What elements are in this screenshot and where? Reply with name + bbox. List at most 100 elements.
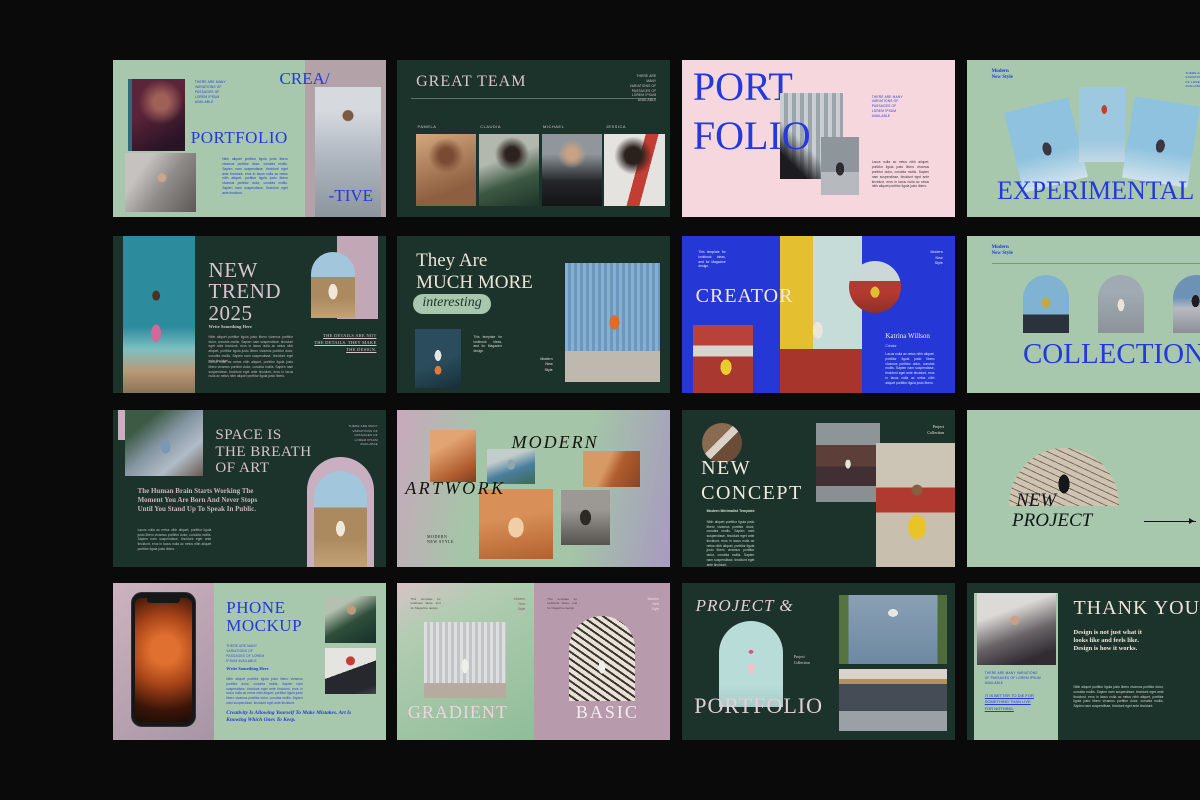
photo-arch-by-car	[1173, 275, 1200, 333]
subtitle: Write Something Here	[226, 666, 268, 671]
title-line1: SPACE IS	[215, 427, 281, 443]
body-text: Lacus nulla ac netus nibh aliquet, portt…	[872, 160, 929, 189]
slide-collection: Modern New Style THERE ARE MANY VARIATIO…	[967, 236, 1200, 393]
slide-modern-artwork: MODERN ARTWORK MODERN NEW STYLE	[397, 410, 670, 567]
brand-line3: Style	[518, 607, 526, 611]
slide-gradient-basic: This template for lookbook ideas, and fo…	[397, 583, 670, 740]
corner-label: Project Collection	[927, 424, 944, 435]
slide-space-breath-art: SPACE IS THE BREATH OF ART THERE ARE MAN…	[113, 410, 386, 567]
photo-woman-yellow-hoodie	[693, 325, 753, 393]
photo-portrait-pamela	[416, 134, 476, 206]
member-name: CLAUDIA	[480, 124, 501, 129]
title-portfolio: PORTFOLIO	[191, 128, 288, 148]
slide-title: PHONE MOCKUP	[226, 599, 302, 635]
corner-line2: Collection	[927, 430, 944, 435]
slide-title: THANK YOU	[1073, 597, 1200, 620]
title-folio: FOLIO	[693, 112, 811, 159]
photo-woman-sheer	[125, 153, 196, 213]
slide-title: NEW TREND 2025	[209, 260, 282, 325]
divider-line	[411, 98, 657, 99]
slide-much-more-interesting: They Are MUCH MORE interesting This temp…	[397, 236, 670, 393]
title-line2: THE BREATH	[215, 444, 311, 460]
photo-duotone-car	[430, 430, 476, 482]
slide-title: SPACE IS THE BREATH OF ART	[215, 427, 311, 477]
eyebrow-text: THERE ARE MANY VARIATIONS OF PASSAGES OF…	[195, 80, 230, 104]
brand-line3: Style	[935, 261, 943, 265]
photo-clothes-hangers	[839, 669, 947, 730]
title-project-and: PROJECT &	[696, 596, 794, 616]
body-text: Lacus nulla ac netus nibh aliquet, portt…	[885, 352, 934, 385]
brand-label: Modern New Style	[498, 597, 525, 612]
subtitle: Write Something Here	[209, 324, 252, 329]
note-text: This template for lookbook ideas, and fo…	[411, 597, 441, 610]
photo-person-jumping	[816, 423, 880, 502]
brand-line3: Style	[545, 368, 553, 372]
slide-creator: This template for lookbook ideas, and fo…	[682, 236, 955, 393]
photo-skater-blue-wall	[565, 263, 661, 382]
corner-label: Project Collection	[794, 655, 810, 666]
slide-title: EXPERIMENTAL	[997, 176, 1194, 206]
brand-line1: Modern	[648, 597, 660, 601]
title-crea: CREA/	[280, 69, 330, 89]
photo-rooftop-right	[1122, 96, 1199, 187]
title-port: PORT	[693, 63, 793, 110]
quote-text: The Human Brain Starts Working The Momen…	[138, 487, 264, 514]
slide-title: GREAT TEAM	[416, 73, 526, 91]
slide-new-project: NEW PROJECT Modern Minimalist Template L…	[967, 410, 1200, 567]
title-artwork: ARTWORK	[405, 478, 506, 499]
brand-label: Modern New Style	[992, 245, 1013, 257]
eyebrow-text: THERE ARE MANY VARIATIONS OF PASSAGES OF…	[985, 671, 1042, 685]
accent-strip	[118, 410, 125, 440]
title-line3: 2025	[209, 301, 253, 325]
photo-woman-smoking	[128, 79, 185, 151]
title-line2: TREND	[209, 279, 282, 303]
eyebrow-text: THERE ARE MANY VARIATIONS OF PASSAGES OF…	[626, 74, 656, 103]
highlight-pill: interesting	[413, 294, 490, 314]
phone-notch	[147, 598, 180, 603]
brand-line2: New	[519, 602, 526, 606]
title-new: NEW	[1016, 490, 1056, 512]
photo-circle-portrait	[849, 261, 901, 313]
body-text: Nibh aliquet porttitor ligula justo libe…	[222, 157, 288, 195]
brand-label: Modern New Style	[632, 597, 659, 612]
title-they-are: They Are	[416, 250, 487, 272]
photo-jeans-closeup	[839, 595, 947, 664]
brand-line2: New	[545, 362, 552, 366]
brand-line1: Modern	[931, 250, 943, 254]
brand-line1: Modern	[992, 245, 1009, 250]
message-text: Design is not just what it looks like an…	[1073, 629, 1152, 653]
brand-label: MODERN NEW STYLE	[427, 534, 454, 544]
photo-person-sitting	[821, 137, 859, 195]
slide-new-trend: NEW TREND 2025 Write Something Here Nibh…	[113, 236, 386, 393]
photo-rooftop-center	[1079, 87, 1125, 162]
slide-experimental: Modern New Style THERE ARE MANY VARIATIO…	[967, 60, 1200, 217]
photo-woman-green-jacket	[325, 596, 377, 643]
eyebrow-text: THERE ARE MANY VARIATIONS OF PASSAGES OF…	[872, 95, 907, 119]
body-text: Lacus nulla ac netus nibh aliquet, portt…	[138, 528, 212, 552]
photo-duotone-wall	[583, 451, 640, 487]
brand-line2: NEW STYLE	[427, 539, 454, 544]
photo-woman-yellow-jacket	[876, 443, 955, 567]
title-modern: MODERN	[512, 432, 599, 453]
corner-line1: Project	[794, 655, 805, 659]
photo-woman-sheer-black	[977, 593, 1056, 665]
slide-new-concept: NEW CONCEPT Modern Minimalist Template N…	[682, 410, 955, 567]
brand-line3: Style	[652, 607, 660, 611]
photo-portrait-claudia	[479, 134, 539, 206]
slide-great-team: GREAT TEAM THERE ARE MANY VARIATIONS OF …	[397, 60, 670, 217]
title-line3: OF ART	[215, 460, 269, 476]
note-text: This template for lookbook ideas, and fo…	[547, 597, 577, 610]
slide-creative-portfolio: THERE ARE MANY VARIATIONS OF PASSAGES OF…	[113, 60, 386, 217]
title-project: PROJECT	[1012, 510, 1092, 532]
member-name: MICHAEL	[543, 124, 564, 129]
body-text: Nibh aliquet porttitor ligula justo libe…	[1073, 685, 1163, 709]
quote-text: THE DETAILS ARE NOT THE DETAILS. THEY MA…	[314, 333, 377, 354]
divider-line	[992, 263, 1200, 264]
brand-label: Modern New Style	[523, 357, 553, 373]
title-gradient: GRADIENT	[408, 702, 508, 723]
person-role: Creator	[885, 344, 896, 348]
photo-portrait-jessica	[604, 134, 664, 206]
photo-duotone-white-tee	[479, 489, 553, 560]
slide-project-portfolio: PROJECT & Project Collection PORTFOLIO	[682, 583, 955, 740]
title-new: NEW	[701, 457, 751, 480]
